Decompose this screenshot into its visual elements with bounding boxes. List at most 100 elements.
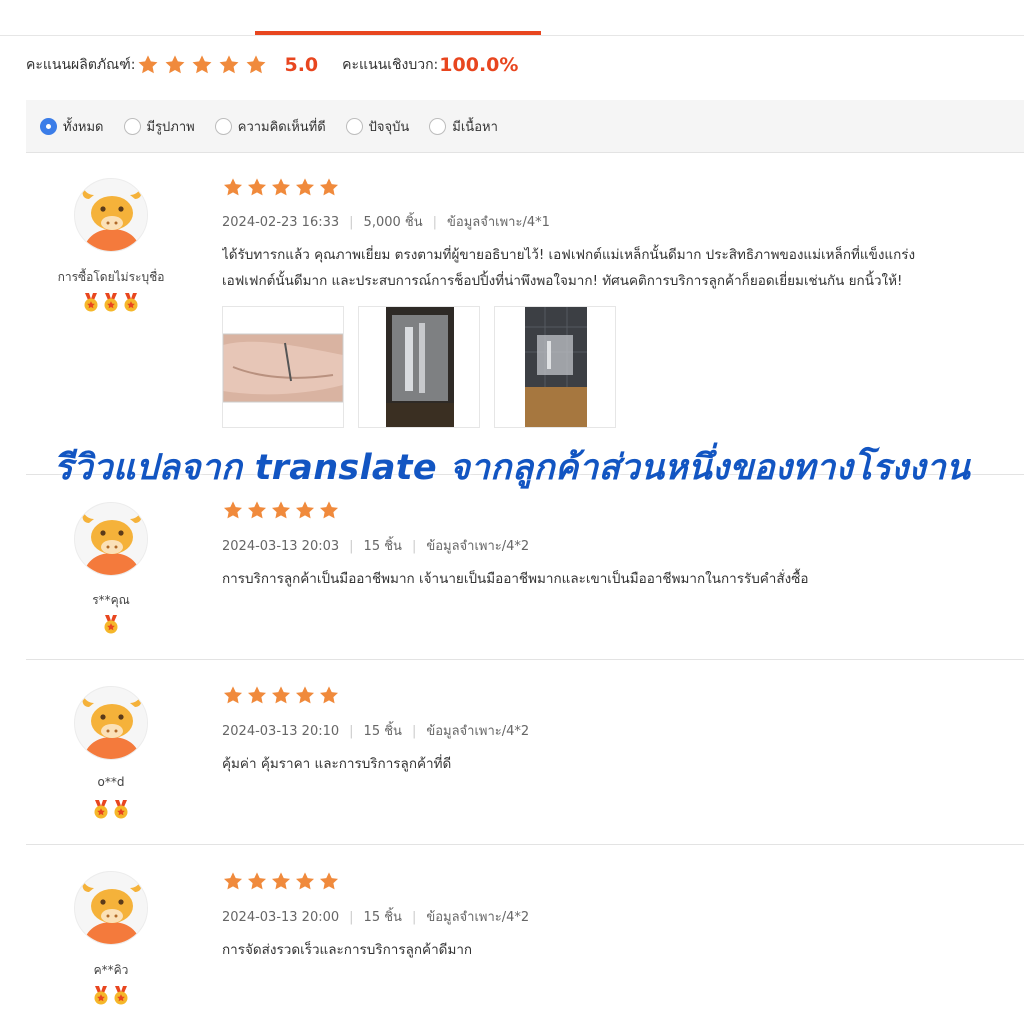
review-content: การจัดส่งรวดเร็วและการบริการลูกค้าดีมาก [222,937,1022,963]
star-icon [222,500,244,521]
reviewer-medals [30,293,192,313]
reviewer-name: ค**คิว [93,963,129,977]
review-text-line: การบริการลูกค้าเป็นมืออาชีพมาก เจ้านายเป… [222,571,809,587]
star-icon [245,54,267,76]
medal-icon [122,293,140,313]
product-rating-stars [137,54,272,76]
radio-button[interactable] [214,117,232,135]
radio-button-selected[interactable] [40,117,57,135]
filter-recent[interactable]: ปัจจุบัน [345,116,410,137]
filter-label: ปัจจุบัน [368,119,410,135]
review-divider [26,659,1024,660]
reviewer-name: o**d [97,775,125,789]
medal-icon [112,986,130,1006]
star-icon [270,871,292,892]
star-icon [222,177,244,198]
review-spec: ข้อมูลจำเพาะ/4*1 [447,215,550,230]
star-icon [318,871,340,892]
medal-icon [92,800,110,820]
review-text-line: การจัดส่งรวดเร็วและการบริการลูกค้าดีมาก [222,942,473,958]
filter-label: มีรูปภาพ [146,119,195,135]
star-icon [222,685,244,706]
filter-with-photos[interactable]: มีรูปภาพ [123,116,195,137]
star-icon [294,500,316,521]
star-icon [246,177,268,198]
star-icon [318,177,340,198]
filter-positive[interactable]: ความคิดเห็นที่ดี [214,116,326,137]
reviewer-medals [30,800,192,820]
filter-label: ความคิดเห็นที่ดี [237,119,326,135]
photo-mat-magnets [495,307,615,427]
star-icon [318,500,340,521]
cow-avatar-icon [75,687,148,760]
filter-label: ทั้งหมด [63,119,104,135]
star-icon [164,54,186,76]
medal-icon [112,800,130,820]
cow-avatar-icon [75,179,148,252]
avatar [74,502,148,576]
medal-icon [82,293,100,313]
review-text-line: ได้รับทารกแล้ว คุณภาพเยี่ยม ตรงตามที่ผู้… [222,247,916,263]
avatar [74,686,148,760]
review-spec: ข้อมูลจำเพาะ/4*2 [426,910,530,925]
review-photos [222,306,630,428]
positive-rating-label: คะแนนเชิงบวก: [342,57,439,73]
star-icon [294,177,316,198]
avatar [74,871,148,945]
review-content: การบริการลูกค้าเป็นมืออาชีพมาก เจ้านายเป… [222,566,1022,592]
translation-banner-text: รีวิวแปลจาก translate จากลูกค้าส่วนหนึ่ง… [53,448,971,488]
radio-button[interactable] [123,117,141,135]
review-spec: ข้อมูลจำเพาะ/4*2 [426,724,530,739]
star-icon [246,500,268,521]
review-photo[interactable] [358,306,480,428]
filter-with-content[interactable]: มีเนื้อหา [429,116,498,137]
photo-hand-magnet [223,307,343,427]
reviewer-name: การซื้อโดยไม่ระบุชื่อ [57,270,165,284]
review-stars [222,871,342,892]
review-content: ได้รับทารกแล้ว คุณภาพเยี่ยม ตรงตามที่ผู้… [222,242,1022,294]
review-filter-bar: ทั้งหมด มีรูปภาพ ความคิดเห็นที่ดี ปัจจุบ… [26,100,1024,153]
star-icon [294,685,316,706]
cow-avatar-icon [75,872,148,945]
review-photo[interactable] [494,306,616,428]
medal-icon [92,986,110,1006]
review-quantity: 15 ชิ้น [363,539,402,554]
medal-icon [102,615,120,635]
star-icon [270,177,292,198]
cow-avatar-icon [75,503,148,576]
review-text-line: คุ้มค่า คุ้มราคา และการบริการลูกค้าที่ดี [222,756,452,772]
review-quantity: 15 ชิ้น [363,724,402,739]
review-stars [222,177,342,198]
product-rating-value: 5.0 [284,54,319,76]
star-icon [246,685,268,706]
avatar [74,178,148,252]
radio-button[interactable] [345,117,363,135]
review-meta: 2024-03-13 20:00 | 15 ชิ้น | ข้อมูลจำเพาะ/4*… [222,910,530,925]
review-meta: 2024-03-13 20:10 | 15 ชิ้น | ข้อมูลจำเพาะ/4*… [222,724,530,739]
review-date: 2024-03-13 20:00 [222,910,340,925]
review-divider [26,844,1024,845]
review-date: 2024-03-13 20:10 [222,724,340,739]
filter-all[interactable]: ทั้งหมด [40,116,104,137]
photo-bag-magnets [359,307,479,427]
reviewer-medals [30,986,192,1006]
reviewer-name: ร**คุณ [92,593,130,607]
star-icon [218,54,240,76]
filter-label: มีเนื้อหา [452,119,498,135]
radio-button[interactable] [429,117,447,135]
review-stars [222,685,342,706]
star-icon [222,871,244,892]
star-icon [270,500,292,521]
review-date: 2024-03-13 20:03 [222,539,340,554]
medal-icon [102,293,120,313]
review-photo[interactable] [222,306,344,428]
star-icon [270,685,292,706]
star-icon [137,54,159,76]
review-spec: ข้อมูลจำเพาะ/4*2 [426,539,530,554]
star-icon [294,871,316,892]
review-meta: 2024-02-23 16:33 | 5,000 ชิ้น | ข้อมูลจำเพาะ… [222,215,550,230]
review-quantity: 5,000 ชิ้น [363,215,423,230]
review-meta: 2024-03-13 20:03 | 15 ชิ้น | ข้อมูลจำเพาะ/4*… [222,539,530,554]
review-quantity: 15 ชิ้น [363,910,402,925]
rating-summary: คะแนนผลิตภัณฑ์: 5.0 คะแนนเชิงบวก: 100.0% [26,52,518,78]
